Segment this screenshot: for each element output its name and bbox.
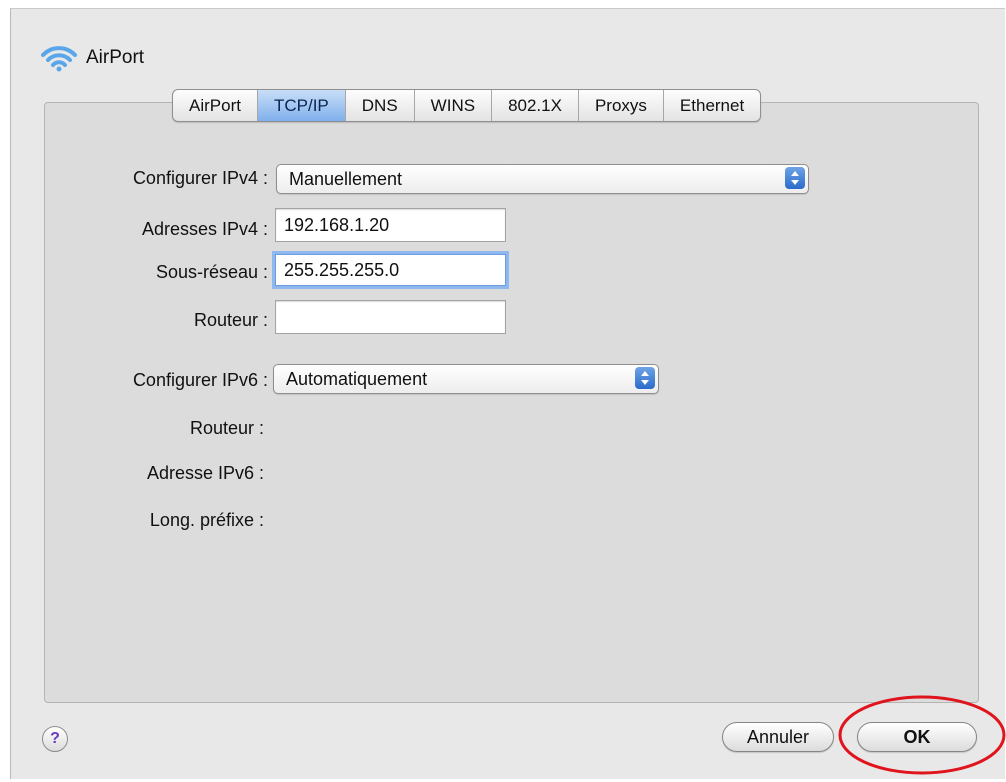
ipv4-router-input[interactable] — [276, 301, 505, 333]
ipv6-address-label: Adresse IPv6 : — [146, 463, 264, 483]
ipv6-router-label: Routeur : — [189, 418, 264, 438]
configure-ipv6-popup[interactable]: Automatiquement — [273, 364, 659, 394]
tab-airport[interactable]: AirPort — [173, 90, 258, 121]
configure-ipv4-popup[interactable]: Manuellement — [276, 164, 809, 194]
prefix-length-label: Long. préfixe : — [149, 510, 264, 530]
cancel-button[interactable]: Annuler — [722, 722, 834, 752]
tab-dns[interactable]: DNS — [346, 90, 415, 121]
wifi-icon — [41, 46, 77, 72]
help-button[interactable]: ? — [42, 726, 68, 752]
popup-arrows-icon — [635, 367, 655, 389]
configure-ipv6-label: Configurer IPv6 : — [132, 370, 268, 390]
tab-802-1x[interactable]: 802.1X — [492, 90, 579, 121]
tab-proxys[interactable]: Proxys — [579, 90, 664, 121]
tab-wins[interactable]: WINS — [415, 90, 493, 121]
configure-ipv4-value: Manuellement — [289, 169, 403, 189]
ipv4-router-label: Routeur : — [193, 310, 268, 330]
window-title: AirPort — [86, 47, 145, 68]
configure-ipv4-label: Configurer IPv4 : — [132, 168, 268, 188]
subnet-field[interactable] — [275, 254, 506, 286]
window-title-row: AirPort — [40, 38, 144, 78]
popup-arrows-icon — [785, 167, 805, 189]
ipv4-address-label: Adresses IPv4 : — [141, 219, 268, 239]
configure-ipv6-value: Automatiquement — [286, 369, 428, 389]
help-icon: ? — [50, 730, 60, 747]
ipv4-address-input[interactable] — [276, 209, 505, 241]
tab-tcp-ip[interactable]: TCP/IP — [257, 90, 346, 121]
ipv4-address-field[interactable] — [275, 208, 506, 242]
tab-bar: AirPort TCP/IP DNS WINS 802.1X Proxys Et… — [172, 89, 762, 122]
tab-ethernet[interactable]: Ethernet — [664, 90, 760, 121]
ok-button[interactable]: OK — [857, 722, 977, 752]
ipv4-router-field[interactable] — [275, 300, 506, 334]
subnet-label: Sous-réseau : — [155, 262, 268, 282]
subnet-input[interactable] — [276, 255, 505, 285]
